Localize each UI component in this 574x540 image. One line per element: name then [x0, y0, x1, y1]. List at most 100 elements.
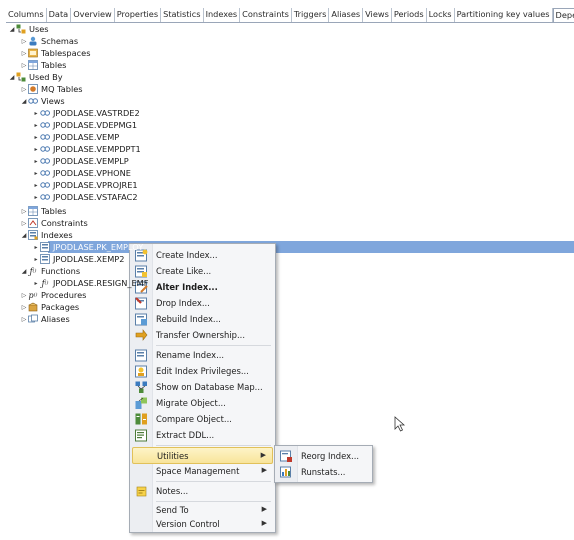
- expand-triangle-icon[interactable]: ▷: [20, 206, 28, 216]
- tab-triggers[interactable]: Triggers: [292, 8, 330, 22]
- collapse-triangle-icon[interactable]: ◢: [8, 24, 16, 34]
- menu-item-rebuild-index[interactable]: Rebuild Index...: [132, 311, 273, 327]
- view-icon: [40, 120, 50, 130]
- menu-item-drop-index[interactable]: Drop Index...: [132, 295, 273, 311]
- tree-node-tables-uses[interactable]: ▷ Tables: [20, 59, 574, 71]
- tab-indexes[interactable]: Indexes: [204, 8, 241, 22]
- menu-item-version-control[interactable]: Version Control ▶: [132, 516, 273, 532]
- expand-triangle-icon[interactable]: ▸: [32, 132, 40, 142]
- view-icon: [28, 96, 38, 106]
- expand-triangle-icon[interactable]: ▸: [32, 254, 40, 264]
- tree-node-packages[interactable]: ▷ Packages: [20, 301, 574, 313]
- tab-locks[interactable]: Locks: [427, 8, 455, 22]
- menu-item-utilities[interactable]: Utilities ▶: [132, 447, 273, 464]
- tree-node-function-item[interactable]: ▸ ƒ() JPODLASE.RESIGN_EMF: [32, 277, 574, 289]
- tree-node-views[interactable]: ◢ Views: [20, 95, 574, 107]
- menu-item-create-index[interactable]: Create Index...: [132, 247, 273, 263]
- collapse-triangle-icon[interactable]: ◢: [20, 96, 28, 106]
- procedure-icon: p(): [28, 290, 38, 300]
- tab-properties[interactable]: Properties: [115, 8, 162, 22]
- expand-triangle-icon[interactable]: ▷: [20, 48, 28, 58]
- tree-node-index-item-selected[interactable]: ▸ JPODLASE.PK_EMPLOY: [0, 241, 574, 253]
- tree-node-aliases[interactable]: ▷ Aliases: [20, 313, 574, 325]
- expand-triangle-icon[interactable]: ▷: [20, 84, 28, 94]
- tab-periods[interactable]: Periods: [392, 8, 427, 22]
- tree-node-tables-used-by[interactable]: ▷ Tables: [20, 205, 574, 217]
- menu-item-edit-index-privileges[interactable]: Edit Index Privileges...: [132, 363, 273, 379]
- expand-triangle-icon[interactable]: ▸: [32, 242, 40, 252]
- tab-dependencies[interactable]: Dependencies: [552, 8, 574, 22]
- tree-label: Functions: [41, 266, 81, 276]
- space-management-icon: [134, 464, 148, 478]
- tree-label: JPODLASE.VSTAFAC2: [53, 192, 138, 202]
- tree-node-view-item[interactable]: ▸ JPODLASE.VEMPLP: [32, 155, 574, 167]
- tab-data[interactable]: Data: [47, 8, 72, 22]
- tree-node-view-item[interactable]: ▸ JPODLASE.VEMPDPT1: [32, 143, 574, 155]
- expand-triangle-icon[interactable]: ▷: [20, 290, 28, 300]
- menu-item-transfer-ownership[interactable]: Transfer Ownership...: [132, 327, 273, 343]
- view-icon: [40, 180, 50, 190]
- tab-constraints[interactable]: Constraints: [240, 8, 292, 22]
- tab-statistics[interactable]: Statistics: [161, 8, 204, 22]
- create-like-icon: [134, 264, 148, 278]
- expand-triangle-icon[interactable]: ▸: [32, 156, 40, 166]
- expand-triangle-icon[interactable]: ▸: [32, 120, 40, 130]
- tab-aliases[interactable]: Aliases: [329, 8, 364, 22]
- tree-node-tablespaces[interactable]: ▷ Tablespaces: [20, 47, 574, 59]
- expand-triangle-icon[interactable]: ▸: [32, 192, 40, 202]
- menu-item-rename-index[interactable]: Rename Index...: [132, 347, 273, 363]
- menu-item-extract-ddl[interactable]: Extract DDL...: [132, 427, 273, 443]
- submenu-arrow-icon: ▶: [261, 519, 267, 527]
- expand-triangle-icon[interactable]: ▸: [32, 168, 40, 178]
- tree-node-mq-tables[interactable]: ▷ MQ Tables: [20, 83, 574, 95]
- tree-label: Uses: [29, 24, 49, 34]
- tree-node-view-item[interactable]: ▸ JPODLASE.VPROJRE1: [32, 179, 574, 191]
- expand-triangle-icon[interactable]: ▷: [20, 218, 28, 228]
- tree-label: MQ Tables: [41, 84, 83, 94]
- tree-node-used-by[interactable]: ◢ Used By: [8, 71, 574, 83]
- expand-triangle-icon[interactable]: ▷: [20, 314, 28, 324]
- tree-node-procedures[interactable]: ▷ p() Procedures: [20, 289, 574, 301]
- menu-item-runstats[interactable]: Runstats...: [277, 464, 370, 480]
- expand-triangle-icon[interactable]: ▸: [32, 144, 40, 154]
- menu-item-compare-object[interactable]: Compare Object...: [132, 411, 273, 427]
- tree-node-constraints[interactable]: ▷ Constraints: [20, 217, 574, 229]
- tab-columns[interactable]: Columns: [6, 8, 47, 22]
- expand-triangle-icon[interactable]: ▸: [32, 180, 40, 190]
- property-tabs: Columns Data Overview Properties Statist…: [6, 8, 574, 23]
- tree-node-view-item[interactable]: ▸ JPODLASE.VPHONE: [32, 167, 574, 179]
- tree-node-view-item[interactable]: ▸ JPODLASE.VSTAFAC2: [32, 191, 574, 203]
- collapse-triangle-icon[interactable]: ◢: [20, 230, 28, 240]
- menu-item-migrate-object[interactable]: Migrate Object...: [132, 395, 273, 411]
- collapse-triangle-icon[interactable]: ◢: [20, 266, 28, 276]
- tab-overview[interactable]: Overview: [71, 8, 115, 22]
- expand-triangle-icon[interactable]: ▸: [32, 278, 40, 288]
- menu-item-reorg-index[interactable]: Reorg Index...: [277, 448, 370, 464]
- menu-item-create-like[interactable]: Create Like...: [132, 263, 273, 279]
- expand-triangle-icon[interactable]: ▷: [20, 60, 28, 70]
- expand-triangle-icon[interactable]: ▷: [20, 302, 28, 312]
- tree-node-uses[interactable]: ◢ Uses: [8, 23, 574, 35]
- tree-node-indexes[interactable]: ◢ Indexes: [20, 229, 574, 241]
- tree-label: Used By: [29, 72, 63, 82]
- menu-item-notes[interactable]: Notes...: [132, 483, 273, 499]
- tree-node-view-item[interactable]: ▸ JPODLASE.VEMP: [32, 131, 574, 143]
- menu-item-space-management[interactable]: Space Management ▶: [132, 463, 273, 479]
- tree-node-schemas[interactable]: ▷ Schemas: [20, 35, 574, 47]
- tree-node-index-item[interactable]: ▸ JPODLASE.XEMP2: [32, 253, 574, 265]
- expand-triangle-icon[interactable]: ▸: [32, 108, 40, 118]
- tree-label: JPODLASE.VEMPLP: [53, 156, 129, 166]
- view-icon: [40, 156, 50, 166]
- tree-node-view-item[interactable]: ▸ JPODLASE.VDEPMG1: [32, 119, 574, 131]
- view-icon: [40, 108, 50, 118]
- tree-node-functions[interactable]: ◢ ƒ() Functions: [20, 265, 574, 277]
- menu-item-show-on-database-map[interactable]: Show on Database Map...: [132, 379, 273, 395]
- tab-partitioning-key-values[interactable]: Partitioning key values: [455, 8, 553, 22]
- expand-triangle-icon[interactable]: ▷: [20, 36, 28, 46]
- constraint-icon: [28, 218, 38, 228]
- index-icon: [40, 254, 50, 264]
- tab-views[interactable]: Views: [363, 8, 392, 22]
- tree-node-view-item[interactable]: ▸ JPODLASE.VASTRDE2: [32, 107, 574, 119]
- menu-item-alter-index[interactable]: Alter Index...: [132, 279, 273, 295]
- collapse-triangle-icon[interactable]: ◢: [8, 72, 16, 82]
